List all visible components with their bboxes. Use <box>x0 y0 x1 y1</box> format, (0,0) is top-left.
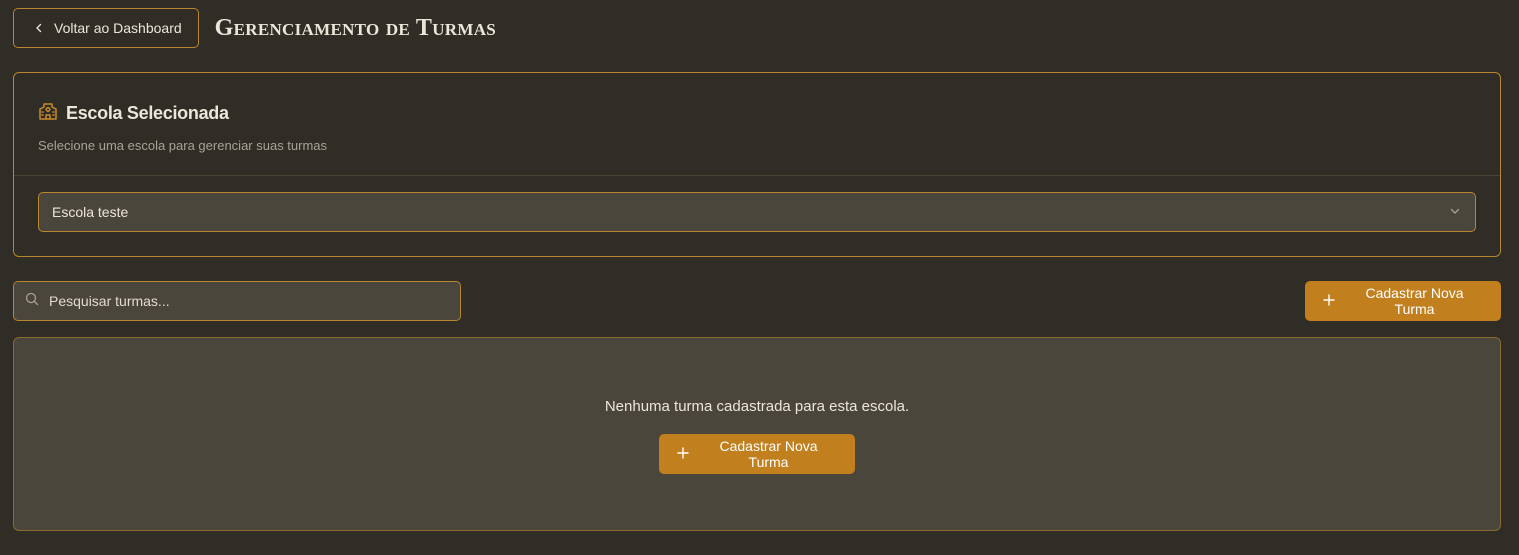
empty-state-add-class-button[interactable]: Cadastrar Nova Turma <box>659 434 855 474</box>
empty-state-message: Nenhuma turma cadastrada para esta escol… <box>604 398 910 415</box>
plus-icon <box>677 446 689 462</box>
page-header: Voltar ao Dashboard Gerenciamento de Tur… <box>13 8 496 48</box>
chevron-down-icon <box>1449 204 1461 220</box>
school-card-header: Escola Selecionada Selecione uma escola … <box>14 73 1500 176</box>
page-title: Gerenciamento de Turmas <box>214 14 497 41</box>
school-selection-card: Escola Selecionada Selecione uma escola … <box>13 72 1501 257</box>
search-box <box>13 281 461 321</box>
search-input[interactable] <box>49 293 460 309</box>
search-icon <box>25 292 39 311</box>
empty-add-button-label: Cadastrar Nova Turma <box>719 438 818 470</box>
school-select-value: Escola teste <box>52 204 129 220</box>
back-button-label: Voltar ao Dashboard <box>54 20 182 36</box>
plus-icon <box>1323 293 1335 309</box>
classes-empty-state: Nenhuma turma cadastrada para esta escol… <box>13 337 1501 531</box>
school-card-title: Escola Selecionada <box>66 103 229 123</box>
chevron-left-icon <box>34 20 44 36</box>
add-class-button-label: Cadastrar Nova Turma <box>1365 285 1464 317</box>
school-card-description: Selecione uma escola para gerenciar suas… <box>38 138 328 153</box>
add-class-button[interactable]: Cadastrar Nova Turma <box>1305 281 1501 321</box>
school-icon <box>38 101 58 126</box>
back-to-dashboard-button[interactable]: Voltar ao Dashboard <box>13 8 199 48</box>
school-select[interactable]: Escola teste <box>38 192 1476 232</box>
